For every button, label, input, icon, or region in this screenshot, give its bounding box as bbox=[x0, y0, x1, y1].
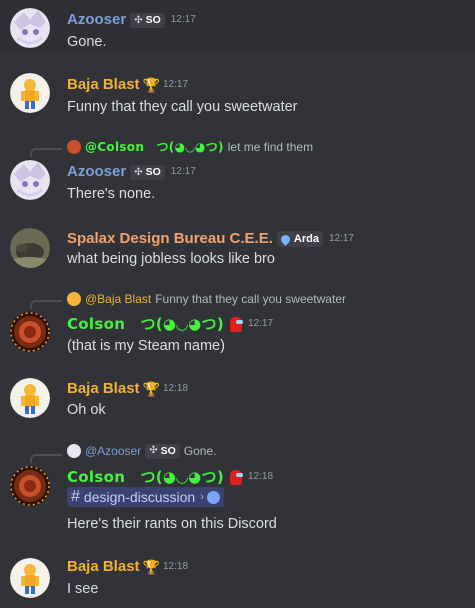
sparkle-icon: ✣ bbox=[134, 166, 143, 178]
timestamp[interactable]: 12:17 bbox=[171, 10, 196, 30]
reply-preview[interactable]: @Colson つ(◕◡◕つ) let me find them bbox=[67, 139, 313, 155]
hash-icon: # bbox=[71, 488, 80, 505]
timestamp[interactable]: 12:17 bbox=[171, 162, 196, 182]
message-baja-3[interactable]: Baja Blast 🏆 12:18 I see bbox=[0, 552, 475, 608]
trophy-icon: 🏆 bbox=[142, 380, 160, 397]
reply-spine bbox=[30, 148, 62, 157]
reply-author[interactable]: @Azooser bbox=[85, 443, 141, 459]
author-name[interactable]: Azooser bbox=[67, 162, 126, 182]
message-text: Funny that they call you sweetwater bbox=[67, 99, 298, 115]
crewmate-icon bbox=[230, 316, 243, 332]
avatar-baja-blast[interactable] bbox=[10, 73, 50, 113]
author-name[interactable]: Baja Blast bbox=[67, 557, 140, 577]
channel-mention[interactable]: # design-discussion › bbox=[67, 487, 224, 507]
sparkle-icon: ✣ bbox=[134, 14, 143, 26]
author-name[interactable]: Azooser bbox=[67, 10, 126, 30]
reply-preview[interactable]: @Baja Blast Funny that they call you swe… bbox=[67, 291, 346, 307]
message-text: (that is my Steam name) bbox=[67, 338, 225, 354]
message-colson-2[interactable]: Colson つ(◕◡◕つ) 12:18 # design-discussion… bbox=[0, 462, 475, 540]
avatar-azooser[interactable] bbox=[10, 8, 50, 48]
timestamp[interactable]: 12:17 bbox=[163, 75, 188, 95]
avatar-colson[interactable] bbox=[10, 466, 50, 506]
message-baja-2[interactable]: Baja Blast 🏆 12:18 Oh ok bbox=[0, 374, 475, 424]
reply-text: let me find them bbox=[227, 140, 314, 154]
reply-server-tag[interactable]: ✣ SO bbox=[145, 443, 180, 459]
timestamp[interactable]: 12:18 bbox=[163, 557, 188, 577]
thread-bubble-icon bbox=[206, 490, 220, 504]
reply-preview[interactable]: @Azooser ✣ SO Gone. bbox=[67, 443, 216, 459]
trophy-icon: 🏆 bbox=[142, 76, 160, 93]
trophy-icon: 🏆 bbox=[142, 558, 160, 575]
avatar-azooser[interactable] bbox=[10, 160, 50, 200]
reply-avatar bbox=[67, 140, 81, 154]
timestamp[interactable]: 12:17 bbox=[248, 314, 273, 334]
chevron-right-icon: › bbox=[200, 491, 204, 503]
message-baja-1[interactable]: Baja Blast 🏆 12:17 Funny that they call … bbox=[0, 70, 475, 120]
author-name[interactable]: Colson つ(◕◡◕つ) bbox=[67, 467, 224, 487]
message-text: There's none. bbox=[67, 186, 156, 202]
server-tag[interactable]: ✣ SO bbox=[130, 164, 165, 180]
timestamp[interactable]: 12:17 bbox=[329, 229, 354, 249]
message-azooser-1[interactable]: Azooser ✣ SO 12:17 Gone. bbox=[0, 0, 475, 54]
reply-avatar bbox=[67, 444, 81, 458]
droplet-icon bbox=[279, 232, 292, 246]
reply-avatar bbox=[67, 292, 81, 306]
role-badge[interactable]: Arda bbox=[276, 231, 323, 247]
timestamp[interactable]: 12:18 bbox=[248, 467, 273, 487]
message-text: I see bbox=[67, 581, 99, 597]
message-text: what being jobless looks like bro bbox=[67, 251, 275, 267]
reply-text: Gone. bbox=[183, 444, 217, 458]
timestamp[interactable]: 12:18 bbox=[163, 379, 188, 399]
author-name[interactable]: Colson つ(◕◡◕つ) bbox=[67, 314, 224, 334]
avatar-spalax[interactable] bbox=[10, 228, 50, 268]
author-name[interactable]: Baja Blast bbox=[67, 379, 140, 399]
sparkle-icon: ✣ bbox=[149, 445, 158, 456]
message-text: Here's their rants on this Discord bbox=[67, 516, 277, 532]
reply-text: Funny that they call you sweetwater bbox=[155, 292, 346, 306]
author-name[interactable]: Baja Blast bbox=[67, 75, 140, 95]
message-spalax[interactable]: Spalax Design Bureau C.E.E. Arda 12:17 w… bbox=[0, 224, 475, 274]
avatar-baja-blast[interactable] bbox=[10, 558, 50, 598]
reply-author[interactable]: @Colson つ(◕◡◕つ) bbox=[85, 139, 224, 155]
crewmate-icon bbox=[230, 469, 243, 485]
message-text: Oh ok bbox=[67, 402, 106, 418]
avatar-colson[interactable] bbox=[10, 312, 50, 352]
message-colson-1[interactable]: Colson つ(◕◡◕つ) 12:17 (that is my Steam n… bbox=[0, 310, 475, 360]
message-azooser-2[interactable]: Azooser ✣ SO 12:17 There's none. bbox=[0, 158, 475, 208]
author-name[interactable]: Spalax Design Bureau C.E.E. bbox=[67, 229, 273, 249]
server-tag[interactable]: ✣ SO bbox=[130, 12, 165, 28]
message-text: Gone. bbox=[67, 34, 107, 50]
channel-mention-row: # design-discussion › bbox=[67, 487, 224, 507]
reply-author[interactable]: @Baja Blast bbox=[85, 291, 151, 307]
reply-spine bbox=[30, 300, 62, 309]
channel-name: design-discussion bbox=[83, 489, 196, 505]
avatar-baja-blast[interactable] bbox=[10, 378, 50, 418]
